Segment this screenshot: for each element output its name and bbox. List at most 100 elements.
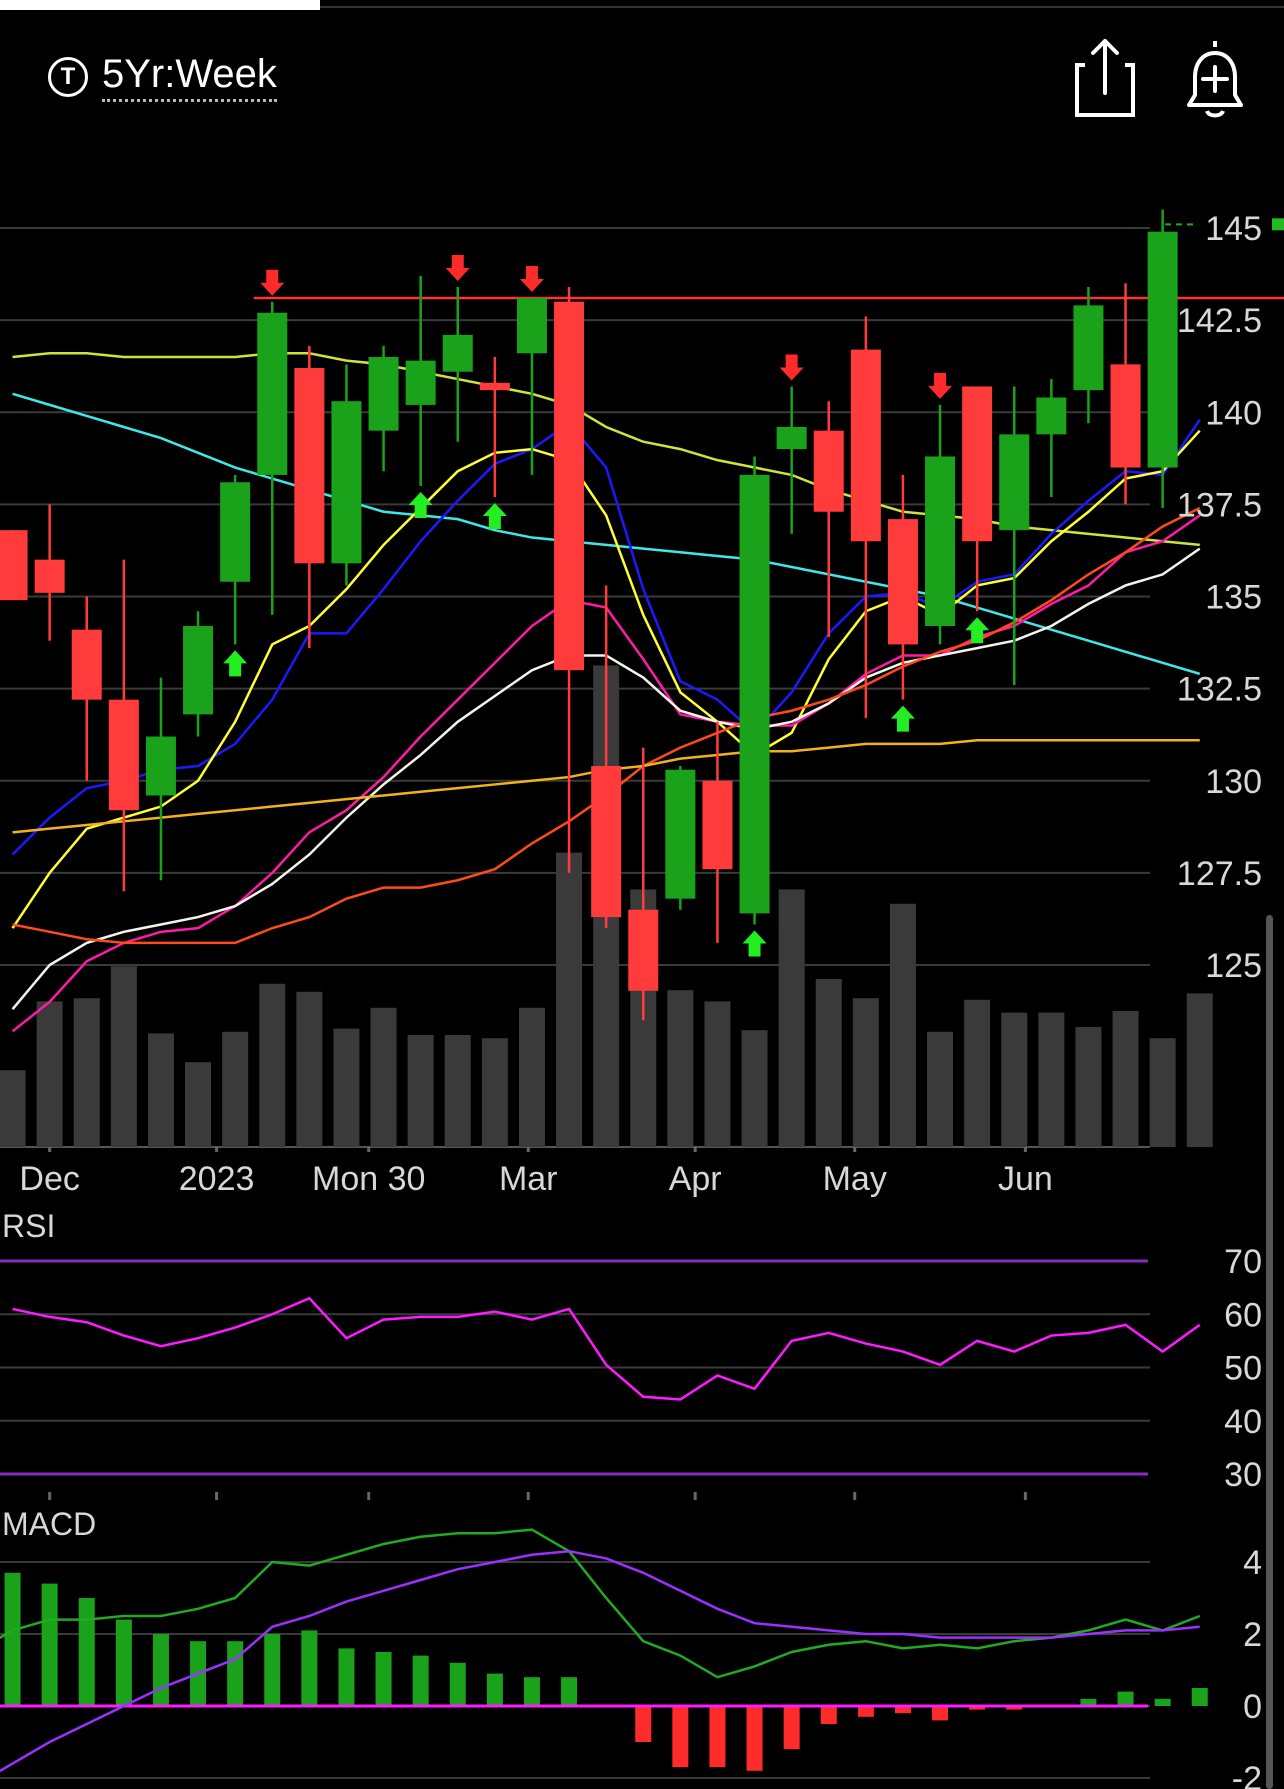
volume-bar — [147, 1033, 174, 1147]
macd-histogram-bar — [375, 1652, 392, 1706]
volume-bar — [1075, 1027, 1102, 1147]
volume-bar — [852, 998, 879, 1147]
candle-body — [702, 780, 733, 870]
price-axis: 145 142.5 140 137.5 135 132.5 130 127.5 125 — [1177, 210, 1262, 985]
macd-histogram-bar — [709, 1706, 726, 1768]
volume-bar — [778, 889, 805, 1147]
macd-histogram-bar — [338, 1648, 355, 1706]
volume-bar — [889, 903, 916, 1147]
volume-bar — [556, 852, 583, 1147]
resistance-line — [253, 218, 1284, 300]
sell-arrow-icon — [928, 372, 953, 399]
candle-body — [108, 699, 139, 811]
buy-arrow-icon — [742, 930, 767, 957]
macd-title: MACD — [2, 1506, 96, 1542]
volume-bar — [110, 966, 137, 1147]
macd-histogram-bar — [857, 1706, 874, 1717]
price-tick-label: 130 — [1205, 763, 1262, 801]
candle-body — [925, 456, 956, 626]
candle-body — [1147, 231, 1178, 468]
time-tick-label: Jun — [998, 1160, 1053, 1198]
price-tick-label: 140 — [1205, 394, 1262, 432]
price-tick-label: 125 — [1205, 947, 1262, 985]
price-tick-label: 145 — [1205, 210, 1262, 248]
time-tick-label: Mar — [499, 1160, 558, 1198]
volume-bar — [296, 991, 323, 1147]
volume-bar — [444, 1035, 471, 1147]
candle-body — [554, 301, 585, 671]
volume-bar — [407, 1035, 434, 1147]
volume-bar — [1038, 1012, 1065, 1147]
candle-body — [887, 519, 918, 645]
candle-body — [850, 349, 881, 542]
candle-body — [0, 530, 28, 601]
price-tick-label: 132.5 — [1177, 671, 1262, 709]
time-axis: Dec 2023 Mon 30 Mar Apr May Jun — [19, 1147, 1053, 1500]
macd-histogram-bar — [820, 1706, 837, 1724]
rsi-tick-label: 30 — [1224, 1456, 1262, 1494]
macd-histogram-bar — [264, 1634, 281, 1706]
macd-tick-label: 0 — [1243, 1688, 1262, 1726]
macd-histogram-bar — [78, 1598, 95, 1706]
sell-arrow-icon — [779, 354, 804, 381]
time-tick-label: 2023 — [179, 1160, 255, 1198]
macd-line — [0, 1549, 1200, 1773]
volume-bar — [370, 1007, 397, 1147]
macd-histogram-bar — [523, 1677, 540, 1706]
vertical-scrollbar[interactable] — [1266, 915, 1273, 1789]
last-price-marker — [1272, 218, 1284, 231]
candle-body — [591, 766, 622, 918]
macd-histogram-bar — [412, 1655, 429, 1706]
volume-bar — [481, 1038, 508, 1147]
candle-body — [813, 430, 844, 512]
candle-body — [34, 559, 65, 593]
rsi-tick-label: 70 — [1224, 1243, 1262, 1281]
candle-body — [71, 629, 102, 700]
volume-bar — [1149, 1038, 1176, 1147]
candle-body — [331, 401, 362, 564]
macd-histogram-bar — [486, 1673, 503, 1706]
time-tick-label: Apr — [669, 1160, 722, 1198]
volume-bar — [1001, 1012, 1028, 1147]
macd-histogram-bar — [115, 1619, 132, 1706]
macd-histogram-bar — [1117, 1691, 1134, 1706]
candle-body — [220, 482, 251, 582]
candle-body — [442, 334, 473, 372]
rsi-tick-label: 60 — [1224, 1296, 1262, 1334]
candle-body — [257, 312, 288, 475]
time-tick-label: Mon 30 — [312, 1160, 425, 1198]
candle-body — [628, 909, 659, 991]
sell-arrow-icon — [445, 254, 470, 281]
candle-body — [776, 426, 807, 450]
macd-histogram-bar — [449, 1662, 466, 1706]
volume-bar — [667, 990, 694, 1147]
rsi-tick-label: 50 — [1224, 1350, 1262, 1388]
volume-bar — [222, 1031, 249, 1147]
macd-tick-label: -2 — [1232, 1760, 1262, 1789]
candle-body — [479, 382, 510, 391]
time-tick-label: May — [823, 1160, 887, 1198]
macd-histogram-bar — [672, 1706, 689, 1768]
candle-body — [294, 368, 325, 564]
candle-body — [1073, 305, 1104, 391]
volume-bar — [927, 1031, 954, 1147]
macd-histogram-bar — [561, 1677, 578, 1706]
rsi-tick-label: 40 — [1224, 1403, 1262, 1441]
macd-histogram-bar — [227, 1641, 244, 1706]
volume-bar — [964, 999, 991, 1147]
macd-histogram-bar — [1154, 1698, 1171, 1706]
time-tick-label: Dec — [19, 1160, 79, 1198]
volume-bar — [0, 1070, 26, 1147]
price-tick-label: 127.5 — [1177, 855, 1262, 893]
chart-area[interactable]: 145 142.5 140 137.5 135 132.5 130 127.5 125 Dec 2… — [0, 0, 1284, 1789]
price-tick-label: 142.5 — [1177, 302, 1262, 340]
volume-bar — [704, 1001, 731, 1147]
price-tick-label: 135 — [1205, 579, 1262, 617]
volume-bar — [1186, 993, 1213, 1147]
candle-body — [739, 474, 770, 914]
candle-body — [962, 386, 993, 542]
volume-bar — [259, 983, 286, 1147]
macd-histogram-bar — [152, 1634, 169, 1706]
macd-panel: MACD 4 2 0 -2 — [0, 1506, 1262, 1789]
sell-arrow-icon — [519, 266, 544, 293]
